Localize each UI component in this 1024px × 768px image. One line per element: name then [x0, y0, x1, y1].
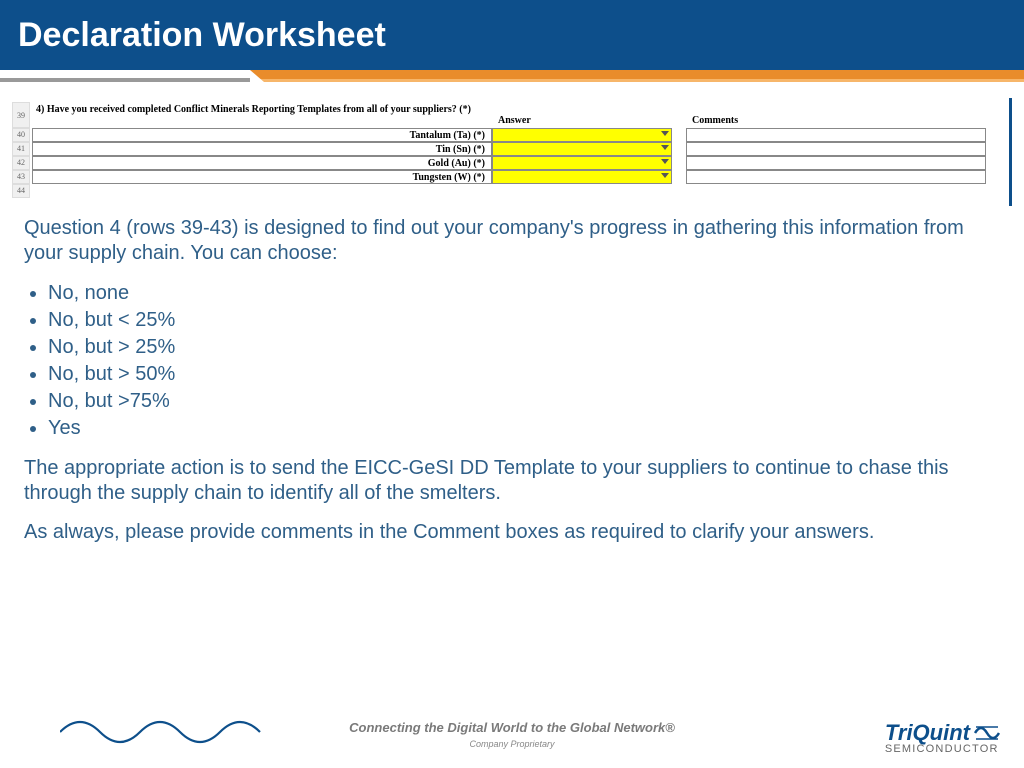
logo-subtext: SEMICONDUCTOR [885, 744, 1000, 755]
logo-text: TriQuint [885, 722, 970, 744]
metal-label: Tantalum (Ta) (*) [32, 128, 492, 142]
choice-item: No, but >75% [48, 388, 1000, 415]
action-text: The appropriate action is to send the EI… [24, 456, 1000, 506]
metal-label: Tin (Sn) (*) [32, 142, 492, 156]
slide-header: Declaration Worksheet [0, 0, 1024, 70]
choice-item: No, but < 25% [48, 307, 1000, 334]
row-number: 39 [12, 102, 30, 128]
logo-mark-icon [974, 723, 1000, 743]
choice-item: Yes [48, 415, 1000, 442]
footer-proprietary: Company Proprietary [0, 739, 1024, 749]
choice-list: No, none No, but < 25% No, but > 25% No,… [24, 280, 1000, 442]
header-ribbon [0, 70, 1024, 88]
metal-label: Tungsten (W) (*) [32, 170, 492, 184]
comment-input[interactable] [686, 170, 986, 184]
footer-tagline: Connecting the Digital World to the Glob… [349, 720, 675, 735]
spreadsheet-excerpt: 39 4) Have you received completed Confli… [12, 98, 1012, 206]
answer-dropdown[interactable] [492, 142, 672, 156]
answer-dropdown[interactable] [492, 170, 672, 184]
question-text: 4) Have you received completed Conflict … [32, 102, 492, 128]
answer-dropdown[interactable] [492, 128, 672, 142]
choice-item: No, but > 50% [48, 361, 1000, 388]
comment-input[interactable] [686, 128, 986, 142]
comment-input[interactable] [686, 142, 986, 156]
row-number: 44 [12, 184, 30, 198]
metal-label: Gold (Au) (*) [32, 156, 492, 170]
company-logo: TriQuint SEMICONDUCTOR [885, 722, 1000, 755]
answer-header: Answer [492, 113, 672, 128]
choice-item: No, none [48, 280, 1000, 307]
explainer-body: Question 4 (rows 39-43) is designed to f… [0, 206, 1024, 545]
comments-note: As always, please provide comments in th… [24, 520, 1000, 545]
choice-item: No, but > 25% [48, 334, 1000, 361]
intro-text: Question 4 (rows 39-43) is designed to f… [24, 216, 1000, 266]
row-number: 40 [12, 128, 30, 142]
comments-header: Comments [686, 113, 1003, 128]
answer-dropdown[interactable] [492, 156, 672, 170]
row-number: 43 [12, 170, 30, 184]
slide-footer: Connecting the Digital World to the Glob… [0, 695, 1024, 765]
row-number: 42 [12, 156, 30, 170]
comment-input[interactable] [686, 156, 986, 170]
row-number: 41 [12, 142, 30, 156]
page-title: Declaration Worksheet [18, 16, 386, 55]
